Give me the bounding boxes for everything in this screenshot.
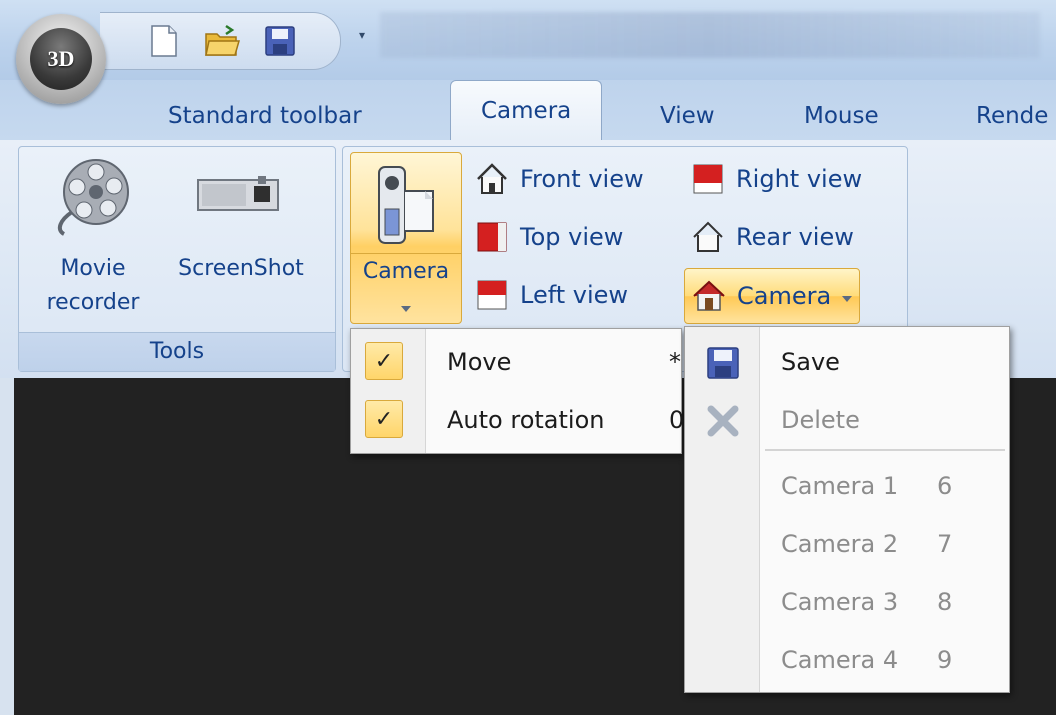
menu-item-label: Camera 3 — [781, 588, 899, 616]
screenshot-label: ScreenShot — [178, 256, 304, 281]
rear-view-button[interactable]: Rear view — [690, 214, 854, 260]
rear-view-label: Rear view — [736, 223, 854, 251]
movie-recorder-button[interactable]: Movie recorder — [28, 150, 158, 330]
shortcut-key: 0 — [669, 406, 685, 434]
check-icon: ✓ — [365, 400, 403, 438]
menu-item-label: Camera 4 — [781, 646, 899, 674]
house-front-icon — [474, 161, 510, 197]
shortcut-key: 6 — [937, 472, 953, 500]
shortcut-key: * — [669, 348, 681, 376]
camera-presets-menu: Save Delete Camera 1 6 Camera 2 7 Camera… — [684, 326, 1010, 693]
menu-item-camera-1[interactable]: Camera 1 6 — [685, 457, 1009, 515]
open-folder-icon[interactable] — [204, 23, 240, 59]
top-view-button[interactable]: Top view — [474, 214, 623, 260]
quick-access-toolbar — [100, 12, 341, 70]
film-reel-icon — [50, 154, 134, 238]
left-view-label: Left view — [520, 281, 629, 309]
camera-button-label: Camera — [362, 259, 450, 284]
chevron-down-icon — [841, 282, 853, 310]
menu-item-label: Camera 1 — [781, 472, 899, 500]
camera-menu: ✓ Move * ✓ Auto rotation 0 — [350, 328, 685, 454]
application-menu-button[interactable]: 3D — [16, 14, 106, 104]
menu-item-auto-rotation[interactable]: ✓ Auto rotation 0 — [351, 391, 685, 449]
shortcut-key: 9 — [937, 646, 953, 674]
chevron-down-icon: ▾ — [358, 28, 366, 42]
tab-camera[interactable]: Camera — [450, 80, 603, 143]
menu-item-camera-4[interactable]: Camera 4 9 — [685, 631, 1009, 689]
right-view-button[interactable]: Right view — [690, 156, 862, 202]
camera-dropdown-label: Camera — [737, 282, 832, 310]
new-document-icon[interactable] — [146, 23, 182, 59]
menu-item-save[interactable]: Save — [685, 333, 1009, 391]
tab-mouse[interactable]: Mouse — [804, 96, 879, 136]
camera-presets-dropdown[interactable]: Camera — [684, 268, 861, 324]
tab-standard-toolbar[interactable]: Standard toolbar — [168, 96, 362, 136]
movie-recorder-label: Movie recorder — [46, 256, 140, 315]
right-view-label: Right view — [736, 165, 863, 193]
menu-item-label: Save — [781, 348, 840, 376]
menu-separator — [765, 449, 1005, 451]
top-view-label: Top view — [520, 223, 624, 251]
camera-split-button[interactable]: Camera — [350, 152, 462, 324]
front-view-button[interactable]: Front view — [474, 156, 644, 202]
menu-item-label: Camera 2 — [781, 530, 899, 558]
menu-item-delete[interactable]: Delete — [685, 391, 1009, 449]
front-view-label: Front view — [520, 165, 644, 193]
shortcut-key: 8 — [937, 588, 953, 616]
left-view-button[interactable]: Left view — [474, 272, 628, 318]
delete-x-icon — [705, 403, 741, 439]
app-logo-text: 3D — [47, 46, 75, 71]
camera-device-icon — [196, 174, 280, 214]
menu-item-label: Move — [447, 348, 512, 376]
viewport-left-edge — [0, 378, 14, 715]
chevron-down-icon — [399, 299, 413, 312]
window-title-blurred — [380, 12, 1040, 58]
screenshot-button[interactable]: ScreenShot — [160, 150, 322, 330]
tab-render[interactable]: Rende — [976, 96, 1048, 136]
camcorder-icon — [373, 163, 439, 247]
menu-item-label: Delete — [781, 406, 860, 434]
menu-item-camera-3[interactable]: Camera 3 8 — [685, 573, 1009, 631]
tools-group-label: Tools — [19, 332, 335, 371]
cube-right-icon — [690, 161, 726, 197]
menu-item-label: Auto rotation — [447, 406, 605, 434]
customize-quick-access-button[interactable]: ▾ — [355, 28, 369, 42]
check-icon: ✓ — [365, 342, 403, 380]
cube-top-icon — [474, 219, 510, 255]
house-camera-icon — [691, 278, 727, 314]
cube-left-icon — [474, 277, 510, 313]
menu-item-move[interactable]: ✓ Move * — [351, 333, 681, 391]
house-rear-icon — [690, 219, 726, 255]
menu-item-camera-2[interactable]: Camera 2 7 — [685, 515, 1009, 573]
tab-view[interactable]: View — [660, 96, 715, 136]
shortcut-key: 7 — [937, 530, 953, 558]
save-icon — [705, 345, 741, 381]
save-icon[interactable] — [262, 23, 298, 59]
